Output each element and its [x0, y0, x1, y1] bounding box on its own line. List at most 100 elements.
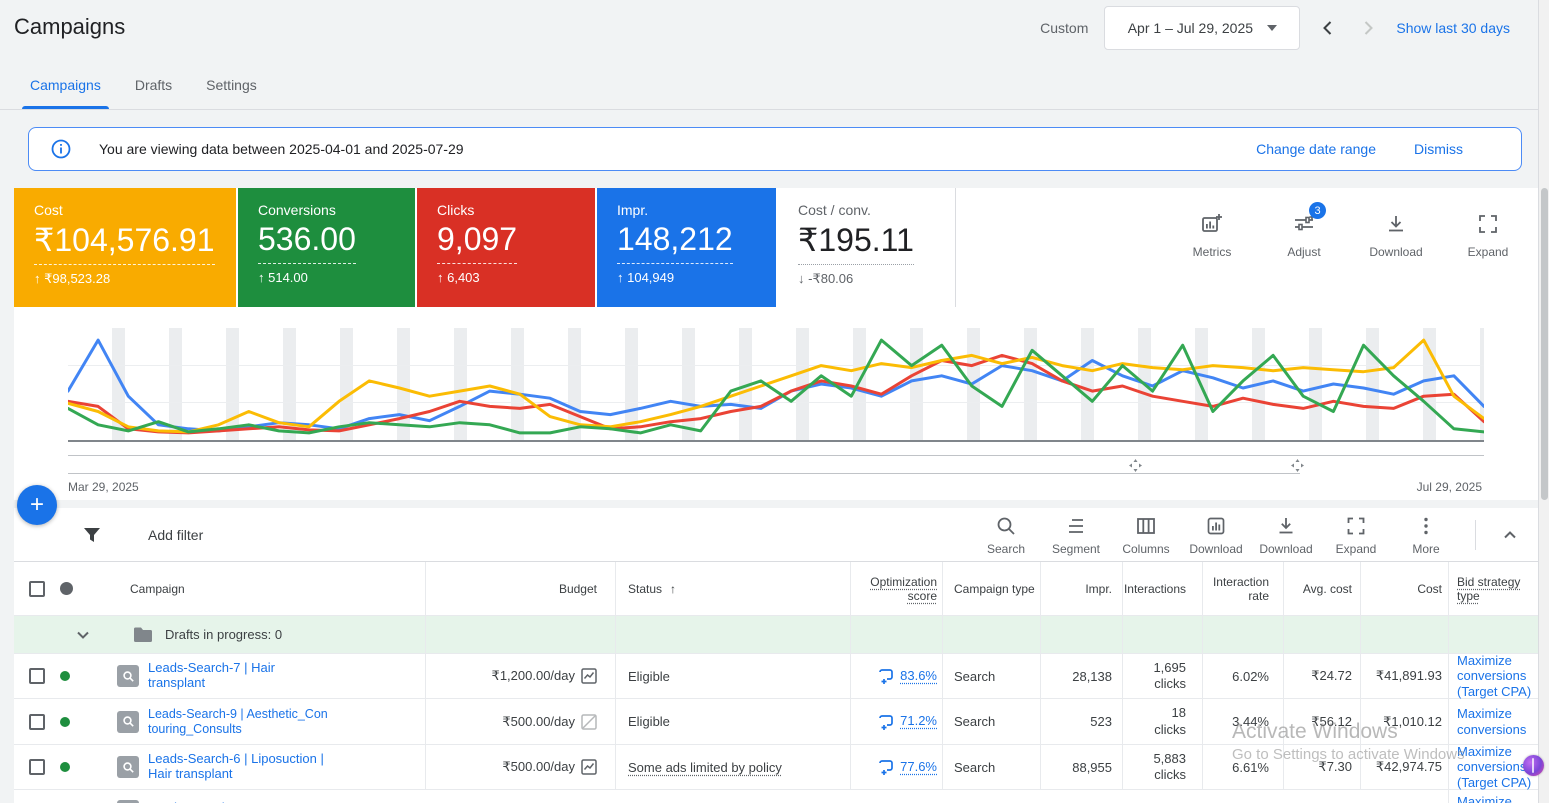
table-row: Leads-Search-6 | Liposuction | Hair tran… [14, 744, 1538, 790]
adjust-button[interactable]: 3 Adjust [1272, 202, 1336, 259]
download-icon [1279, 517, 1293, 533]
campaign-link[interactable]: Leads-Search-7 | Hair transplant [148, 660, 328, 691]
enabled-status-dot[interactable] [60, 716, 70, 727]
table-header-row: Campaign Budget Status ↑ Optimization sc… [14, 562, 1538, 616]
download-button[interactable]: Download [1364, 212, 1428, 259]
impressions-value: 88,955 [1072, 759, 1112, 775]
chart-x-axis [68, 440, 1484, 442]
select-all-checkbox[interactable] [29, 580, 45, 597]
next-range-button[interactable] [1356, 16, 1380, 40]
col-campaign-type[interactable]: Campaign type [954, 582, 1035, 596]
table-toolbar: Add filter Search Segment Columns Downlo… [14, 508, 1538, 562]
col-interaction-rate[interactable]: Interaction rate [1203, 575, 1269, 603]
metrics-label: Metrics [1192, 245, 1232, 259]
sort-ascending-icon[interactable]: ↑ [670, 582, 676, 596]
row-checkbox[interactable] [29, 713, 45, 730]
col-optimization-score[interactable]: Optimization score [859, 575, 937, 603]
segment-icon [1069, 518, 1083, 533]
pan-handle-left[interactable] [1129, 459, 1142, 472]
new-campaign-fab[interactable]: + [17, 485, 57, 525]
campaign-link[interactable]: Leads-Search-… [148, 798, 328, 803]
col-bid-strategy[interactable]: Bid strategy type [1457, 575, 1538, 603]
chevron-down-icon [1267, 25, 1278, 31]
expand-table-button[interactable]: Expand [1321, 515, 1391, 556]
scorecard-delta: ↑ 514.00 [258, 270, 308, 285]
campaign-link[interactable]: Leads-Search-6 | Liposuction | Hair tran… [148, 751, 328, 782]
scrollbar-thumb[interactable] [1541, 188, 1548, 500]
expand-label: Expand [1335, 541, 1377, 556]
interactions-value: 5,883 clicks [1153, 750, 1186, 782]
scorecard-conversions[interactable]: Conversions 536.00 ↑ 514.00 [238, 188, 415, 307]
optimization-score-link[interactable]: 77.6% [900, 759, 937, 775]
date-range-dropdown[interactable]: Apr 1 – Jul 29, 2025 [1104, 6, 1301, 50]
reports-button[interactable]: Download [1181, 515, 1251, 556]
bid-strategy-link[interactable]: Maximize conversions (Target CPA) [1457, 653, 1538, 699]
col-interactions[interactable]: Interactions [1124, 582, 1186, 596]
col-avg-cost[interactable]: Avg. cost [1303, 582, 1352, 596]
show-last-30-days-link[interactable]: Show last 30 days [1396, 20, 1510, 36]
campaign-link[interactable]: Leads-Search-9 | Aesthetic_Contouring_Co… [148, 707, 328, 736]
budget-value[interactable]: ₹500.00/day [502, 759, 575, 775]
scorecard-clicks[interactable]: Clicks 9,097 ↑ 6,403 [417, 188, 595, 307]
scorecard-cost[interactable]: Cost ₹104,576.91 ↑ ₹98,523.28 [14, 188, 236, 307]
optimization-score-link[interactable]: 83.6% [900, 668, 937, 684]
expand-button[interactable]: Expand [1456, 212, 1520, 259]
download-icon [1389, 216, 1403, 232]
impressions-value: 523 [1090, 714, 1112, 729]
row-checkbox[interactable] [29, 668, 45, 684]
search-button[interactable]: Search [971, 515, 1041, 556]
metrics-button[interactable]: Metrics [1180, 212, 1244, 259]
page-scrollbar[interactable] [1538, 0, 1549, 803]
add-filter-button[interactable]: Add filter [148, 527, 203, 543]
pan-handle-right[interactable] [1291, 459, 1304, 472]
scorecard-label: Cost / conv. [798, 202, 871, 218]
status-filter-dot[interactable] [60, 582, 73, 595]
enabled-status-dot[interactable] [60, 762, 70, 772]
download-table-button[interactable]: Download [1251, 515, 1321, 556]
status-text: Eligible [628, 714, 670, 729]
table-row: Leads-Search-9 | Aesthetic_Contouring_Co… [14, 699, 1538, 745]
bid-strategy-link[interactable]: Maximize conversions [1457, 706, 1538, 737]
tab-settings[interactable]: Settings [206, 77, 257, 109]
more-button[interactable]: More [1391, 515, 1461, 556]
drafts-row[interactable]: Drafts in progress: 0 [14, 616, 1538, 654]
budget-report-icon[interactable] [581, 759, 597, 775]
budget-value[interactable]: ₹500.00/day [502, 714, 575, 730]
dismiss-link[interactable]: Dismiss [1414, 141, 1463, 157]
budget-value[interactable]: ₹1,200.00/day [492, 668, 575, 684]
filter-icon[interactable] [82, 526, 102, 544]
reports-label: Download [1189, 541, 1243, 556]
tab-drafts[interactable]: Drafts [135, 77, 172, 109]
date-range-controls: Custom Apr 1 – Jul 29, 2025 Show last 30… [1040, 0, 1510, 56]
columns-button[interactable]: Columns [1111, 515, 1181, 556]
scorecard-value: ₹195.11 [798, 221, 914, 265]
folder-icon [133, 627, 153, 643]
scorecard-cost-per-conv[interactable]: Cost / conv. ₹195.11 ↓ -₹80.06 [778, 188, 956, 307]
chevron-down-icon[interactable] [75, 627, 91, 643]
bid-strategy-link[interactable]: Maximize conversions [1457, 794, 1538, 803]
columns-icon [1137, 517, 1155, 534]
previous-range-button[interactable] [1316, 16, 1340, 40]
col-budget[interactable]: Budget [559, 582, 597, 596]
row-checkbox[interactable] [29, 759, 45, 775]
app-header: Campaigns Custom Apr 1 – Jul 29, 2025 Sh… [0, 0, 1549, 56]
col-cost[interactable]: Cost [1417, 582, 1442, 596]
segment-button[interactable]: Segment [1041, 515, 1111, 556]
drafts-label: Drafts in progress: 0 [165, 627, 283, 642]
budget-report-icon[interactable] [581, 668, 597, 684]
col-campaign[interactable]: Campaign [130, 582, 185, 596]
search-icon [997, 517, 1015, 535]
status-text[interactable]: Some ads limited by policy [628, 760, 782, 775]
col-impressions[interactable]: Impr. [1085, 582, 1112, 596]
optimization-score-link[interactable]: 71.2% [900, 713, 937, 729]
chart-end-date: Jul 29, 2025 [1416, 480, 1482, 494]
scorecard-value: 536.00 [258, 221, 356, 264]
collapse-chart-button[interactable] [1490, 526, 1530, 544]
scorecard-impressions[interactable]: Impr. 148,212 ↑ 104,949 [597, 188, 776, 307]
enabled-status-dot[interactable] [60, 671, 70, 681]
expand-label: Expand [1467, 245, 1509, 259]
interaction-rate-value: 6.02% [1232, 668, 1269, 684]
change-date-range-link[interactable]: Change date range [1256, 141, 1376, 157]
col-status[interactable]: Status [628, 582, 662, 596]
tab-campaigns[interactable]: Campaigns [22, 77, 109, 109]
